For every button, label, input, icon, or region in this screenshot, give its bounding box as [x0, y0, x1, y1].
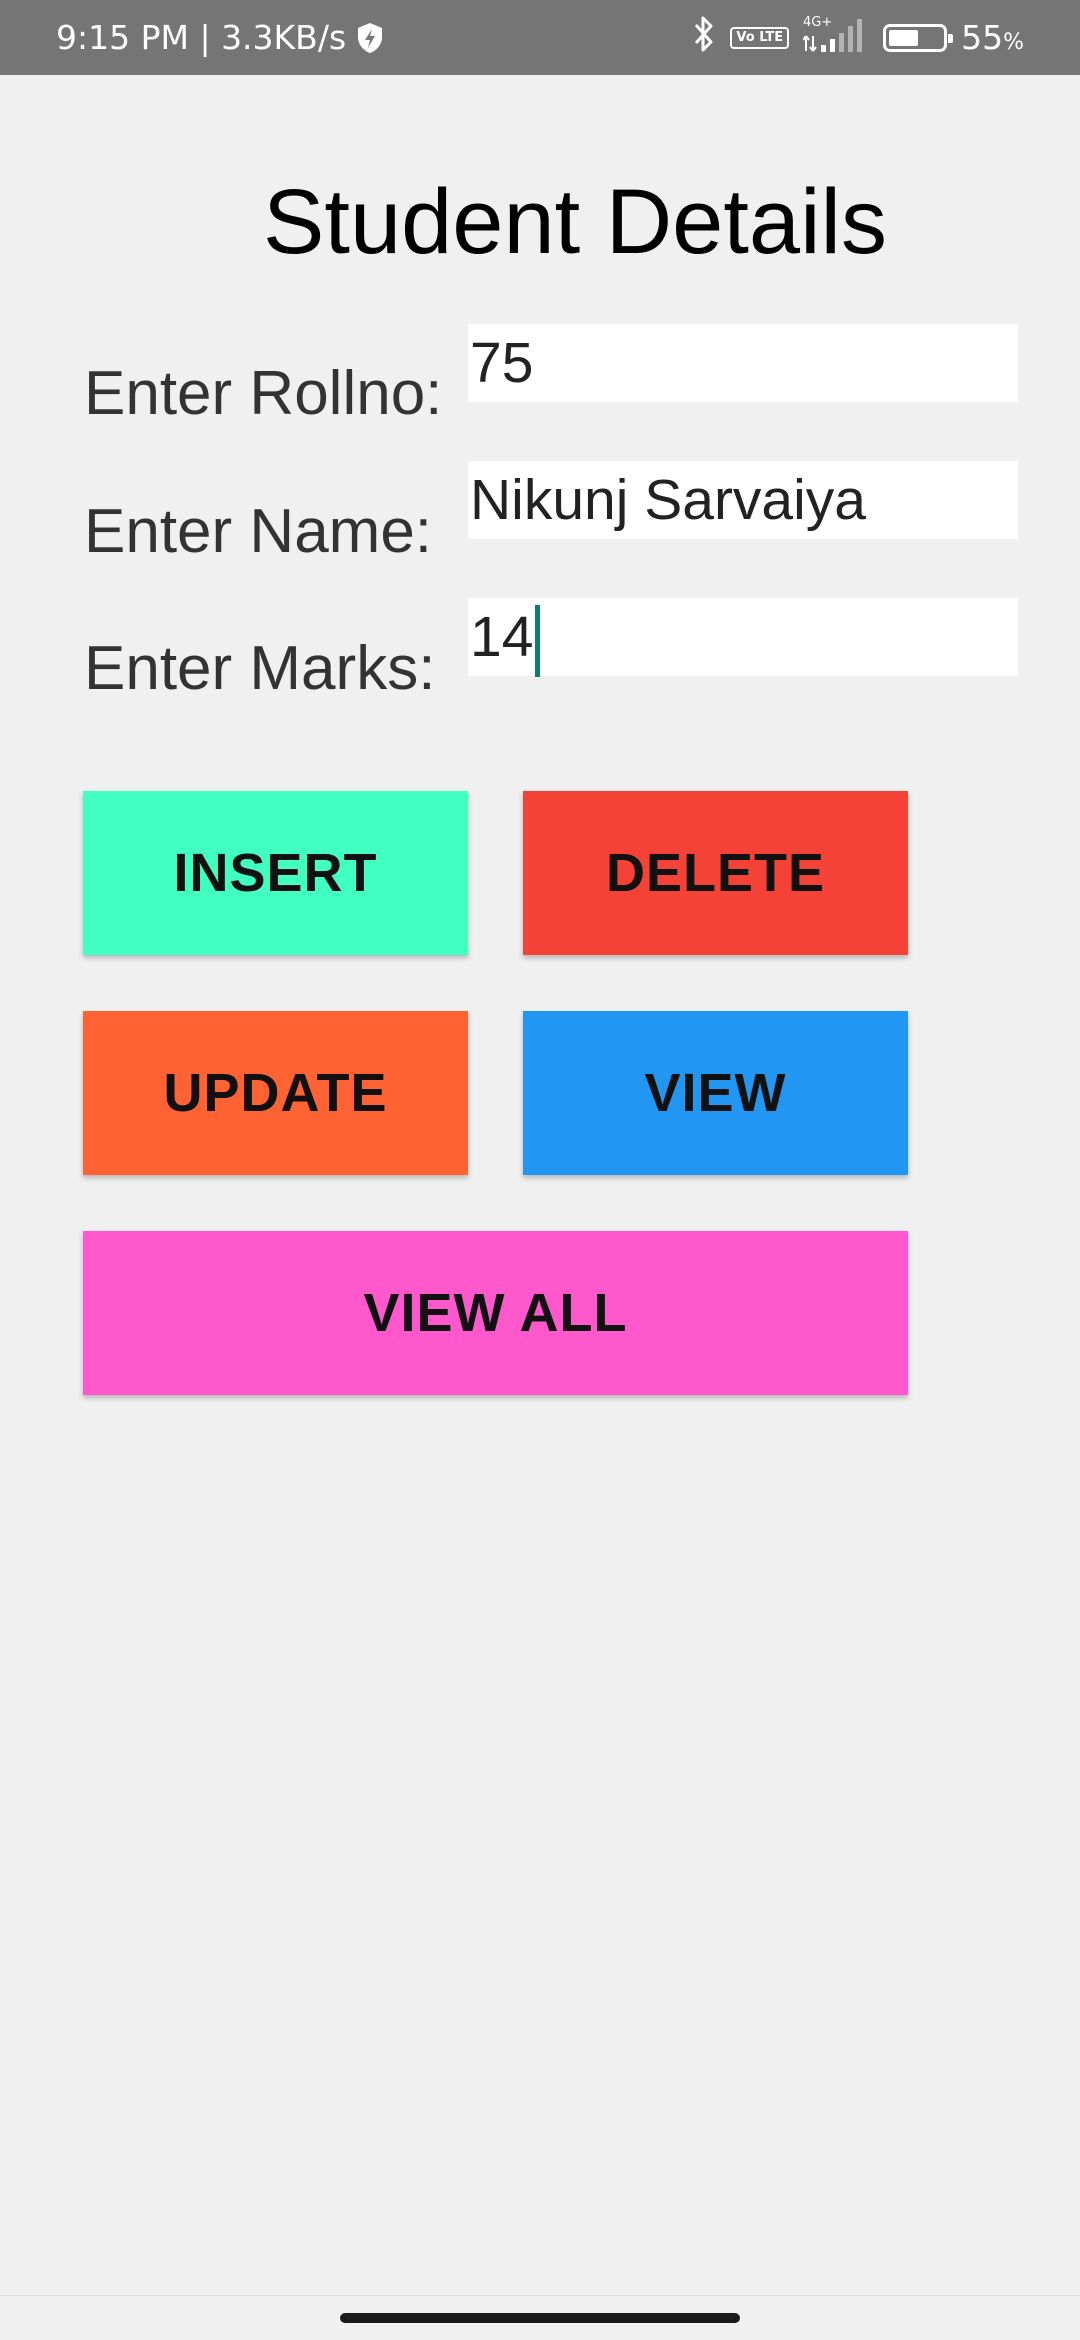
status-right: Vo LTE 4G+ 55% — [692, 0, 1024, 75]
name-value: Nikunj Sarvaiya — [470, 468, 866, 532]
home-indicator[interactable] — [340, 2313, 740, 2323]
shield-icon — [356, 22, 384, 54]
view-all-button[interactable]: VIEW ALL — [83, 1231, 908, 1395]
page-title: Student Details — [263, 171, 887, 273]
battery-level — [889, 29, 918, 46]
battery-percent-unit: % — [1003, 30, 1024, 55]
view-button[interactable]: VIEW — [523, 1011, 908, 1175]
update-button[interactable]: UPDATE — [83, 1011, 468, 1175]
battery-icon — [883, 23, 954, 52]
bottom-divider — [0, 2295, 1080, 2296]
text-cursor — [535, 604, 541, 677]
rollno-input[interactable]: 75 — [468, 324, 1018, 402]
name-input[interactable]: Nikunj Sarvaiya — [468, 461, 1018, 539]
volte-icon: Vo LTE — [730, 26, 790, 49]
insert-button[interactable]: INSERT — [83, 791, 468, 955]
name-label: Enter Name: — [84, 497, 433, 566]
status-bar: 9:15 PM | 3.3KB/s Vo LTE 4G+ 55% — [0, 0, 1080, 75]
network-type-label: 4G+ — [803, 15, 832, 30]
rollno-label: Enter Rollno: — [84, 359, 443, 428]
marks-label: Enter Marks: — [84, 634, 436, 703]
status-left: 9:15 PM | 3.3KB/s — [56, 0, 384, 75]
battery-percent-value: 55 — [961, 18, 1004, 57]
delete-button[interactable]: DELETE — [523, 791, 908, 955]
battery-percent: 55% — [961, 18, 1024, 57]
signal-icon: 4G+ — [802, 14, 869, 62]
marks-input[interactable]: 14 — [468, 598, 1018, 677]
bluetooth-icon — [692, 15, 716, 61]
status-time-speed: 9:15 PM | 3.3KB/s — [56, 18, 347, 57]
marks-value: 14 — [470, 605, 534, 669]
rollno-value: 75 — [470, 331, 534, 395]
